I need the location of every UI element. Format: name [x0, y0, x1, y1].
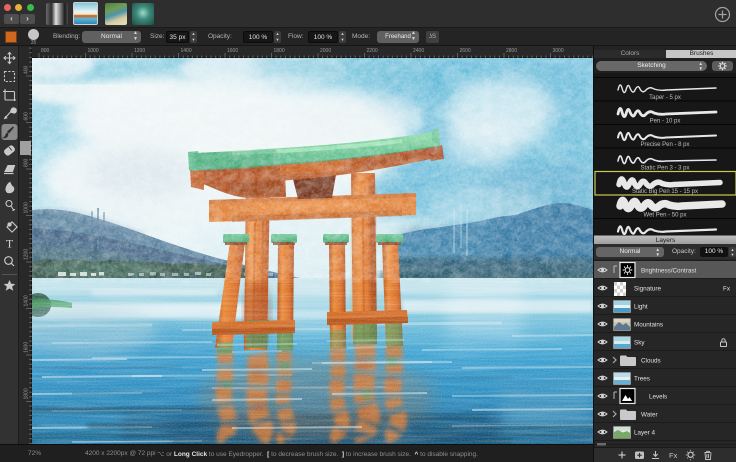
- svg-text:800: 800: [41, 48, 50, 54]
- svg-text:Pen - 10 px: Pen - 10 px: [650, 119, 681, 125]
- svg-text:2400: 2400: [413, 48, 424, 54]
- svg-text:1600: 1600: [227, 48, 238, 54]
- svg-text:400: 400: [24, 65, 30, 74]
- svg-text:1200: 1200: [134, 48, 145, 54]
- svg-text:1800: 1800: [274, 48, 285, 54]
- svg-text:Static Big Pen 15 - 15 px: Static Big Pen 15 - 15 px: [632, 189, 698, 195]
- svg-text:Brightness/Contrast: Brightness/Contrast: [641, 268, 697, 275]
- svg-text:Wet Pen - 50 px: Wet Pen - 50 px: [644, 213, 687, 219]
- svg-text:Precise Pen - 8 px: Precise Pen - 8 px: [640, 142, 689, 148]
- svg-text:3000: 3000: [553, 48, 564, 54]
- svg-text:2800: 2800: [506, 48, 517, 54]
- svg-text:1200: 1200: [24, 249, 30, 260]
- svg-text:Fx: Fx: [669, 451, 678, 460]
- svg-text:Levels: Levels: [649, 394, 667, 401]
- svg-text:800: 800: [24, 158, 30, 167]
- svg-text:2200: 2200: [367, 48, 378, 54]
- svg-text:2600: 2600: [460, 48, 471, 54]
- svg-text:1800: 1800: [24, 388, 30, 399]
- svg-text:Static Pen 3 - 3 px: Static Pen 3 - 3 px: [640, 166, 689, 172]
- svg-text:2000: 2000: [320, 48, 331, 54]
- svg-text:Layer 4: Layer 4: [634, 430, 656, 437]
- svg-text:Trees: Trees: [634, 376, 650, 383]
- svg-text:Sky: Sky: [634, 340, 645, 347]
- svg-text:1400: 1400: [181, 48, 192, 54]
- svg-text:Fx: Fx: [723, 286, 731, 293]
- svg-text:Light: Light: [634, 304, 648, 311]
- svg-text:1000: 1000: [88, 48, 99, 54]
- svg-text:Mountains: Mountains: [634, 322, 663, 329]
- svg-text:1000: 1000: [24, 202, 30, 213]
- svg-text:1600: 1600: [24, 342, 30, 353]
- svg-text:Water: Water: [641, 412, 658, 419]
- svg-text:T: T: [6, 237, 14, 251]
- svg-text:Clouds: Clouds: [641, 358, 661, 365]
- svg-text:600: 600: [24, 112, 30, 121]
- svg-text:Taper - 5 px: Taper - 5 px: [649, 95, 681, 101]
- svg-text:1400: 1400: [24, 295, 30, 306]
- svg-text:Signature: Signature: [634, 286, 661, 293]
